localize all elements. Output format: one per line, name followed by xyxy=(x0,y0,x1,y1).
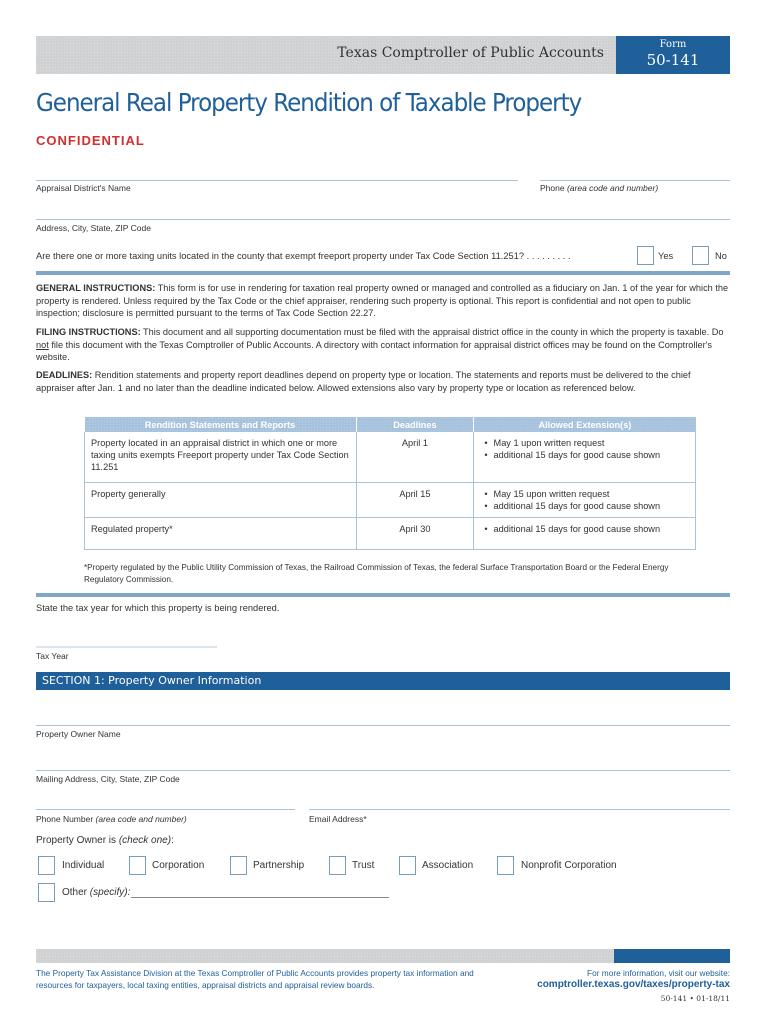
extensions-cell: additional 15 days for good cause shown xyxy=(473,517,696,550)
freeport-yes-label: Yes xyxy=(658,251,674,261)
owner-phone-label: Phone Number (area code and number) xyxy=(36,814,187,824)
freeport-no-label: No xyxy=(715,251,727,261)
district-phone-label: Phone (area code and number) xyxy=(540,183,659,193)
extension-item: additional 15 days for good cause shown xyxy=(480,449,689,461)
owner-type-label: Individual xyxy=(62,860,105,871)
owner-type-prompt: Property Owner is (check one): xyxy=(36,835,174,846)
footer-more-info: For more information, visit our website: xyxy=(587,968,730,978)
footer-band xyxy=(36,949,614,963)
freeport-no-checkbox[interactable] xyxy=(692,246,709,265)
confidential-label: CONFIDENTIAL xyxy=(36,133,145,148)
footer-website-link[interactable]: comptroller.texas.gov/taxes/property-tax xyxy=(537,979,730,991)
mailing-address-label: Mailing Address, City, State, ZIP Code xyxy=(36,774,180,784)
appraisal-district-name-field[interactable] xyxy=(36,180,518,181)
deadlines-table: Rendition Statements and Reports Deadlin… xyxy=(84,417,696,550)
owner-type-individual-checkbox[interactable] xyxy=(38,856,55,875)
column-header: Allowed Extension(s) xyxy=(473,417,696,432)
owner-type-corporation-checkbox[interactable] xyxy=(129,856,146,875)
page-title: General Real Property Rendition of Taxab… xyxy=(36,88,582,117)
table-row: Regulated property* April 30 additional … xyxy=(84,517,696,550)
other-specify-field[interactable] xyxy=(131,897,389,898)
owner-type-partnership-checkbox[interactable] xyxy=(230,856,247,875)
filing-instructions: FILING INSTRUCTIONS: This document and a… xyxy=(36,327,724,362)
statement-cell: Regulated property* xyxy=(84,517,357,550)
agency-name: Texas Comptroller of Public Accounts xyxy=(337,45,604,61)
extension-item: additional 15 days for good cause shown xyxy=(480,500,689,512)
table-row: Property located in an appraisal distric… xyxy=(84,432,696,483)
form-label: Form xyxy=(659,39,687,50)
extension-item: additional 15 days for good cause shown xyxy=(480,523,689,535)
owner-type-label: Trust xyxy=(352,860,375,871)
form-number: 50-141 xyxy=(646,51,700,69)
column-header: Rendition Statements and Reports xyxy=(84,417,357,432)
owner-type-other-checkbox[interactable] xyxy=(38,883,55,902)
header-band: Texas Comptroller of Public Accounts xyxy=(36,36,616,74)
owner-type-nonprofit-checkbox[interactable] xyxy=(497,856,514,875)
deadlines-instructions: DEADLINES: Rendition statements and prop… xyxy=(36,370,691,393)
footer-info: For more information, visit our website:… xyxy=(537,967,730,1005)
form-number-box: Form 50-141 xyxy=(616,36,730,74)
table-header-row: Rendition Statements and Reports Deadlin… xyxy=(84,417,696,432)
footer-accent xyxy=(614,949,730,963)
section-1-header: SECTION 1: Property Owner Information xyxy=(36,672,730,690)
statement-cell: Property located in an appraisal distric… xyxy=(84,432,357,483)
property-owner-name-label: Property Owner Name xyxy=(36,729,121,739)
address-label: Address, City, State, ZIP Code xyxy=(36,223,151,233)
owner-type-label: Nonprofit Corporation xyxy=(521,860,617,871)
owner-type-association-checkbox[interactable] xyxy=(399,856,416,875)
extension-item: May 1 upon written request xyxy=(480,437,689,449)
freeport-yes-checkbox[interactable] xyxy=(637,246,654,265)
tax-year-label: Tax Year xyxy=(36,651,69,661)
deadline-cell: April 30 xyxy=(356,517,475,550)
column-header: Deadlines xyxy=(356,417,475,432)
table-row: Property generally April 15 May 15 upon … xyxy=(84,482,696,518)
footer-description: The Property Tax Assistance Division at … xyxy=(36,968,474,990)
owner-type-trust-checkbox[interactable] xyxy=(329,856,346,875)
extension-item: May 15 upon written request xyxy=(480,488,689,500)
extensions-cell: May 1 upon written request additional 15… xyxy=(473,432,696,483)
property-owner-name-field[interactable] xyxy=(36,725,730,726)
divider xyxy=(36,271,730,275)
owner-type-other-label: Other (specify): xyxy=(62,887,131,898)
district-phone-field[interactable] xyxy=(540,180,730,181)
owner-type-label: Partnership xyxy=(253,860,305,871)
footer-form-code: 50-141 • 01-18/11 xyxy=(660,994,730,1003)
owner-type-label: Corporation xyxy=(152,860,205,871)
deadline-cell: April 15 xyxy=(356,482,475,518)
deadline-cell: April 1 xyxy=(356,432,475,483)
extensions-cell: May 15 upon written request additional 1… xyxy=(473,482,696,518)
appraisal-district-name-label: Appraisal District's Name xyxy=(36,183,131,193)
address-field[interactable] xyxy=(36,219,730,220)
divider xyxy=(36,593,730,597)
regulated-property-footnote: *Property regulated by the Public Utilit… xyxy=(84,563,669,584)
statement-cell: Property generally xyxy=(84,482,357,518)
general-instructions: GENERAL INSTRUCTIONS: This form is for u… xyxy=(36,283,729,318)
tax-year-prompt: State the tax year for which this proper… xyxy=(36,603,280,613)
owner-type-label: Association xyxy=(422,860,474,871)
email-label: Email Address* xyxy=(309,814,367,824)
owner-phone-field[interactable] xyxy=(36,809,295,810)
mailing-address-field[interactable] xyxy=(36,770,730,771)
tax-year-field[interactable] xyxy=(36,646,217,648)
freeport-question: Are there one or more taxing units locat… xyxy=(36,251,571,261)
email-field[interactable] xyxy=(309,809,730,810)
